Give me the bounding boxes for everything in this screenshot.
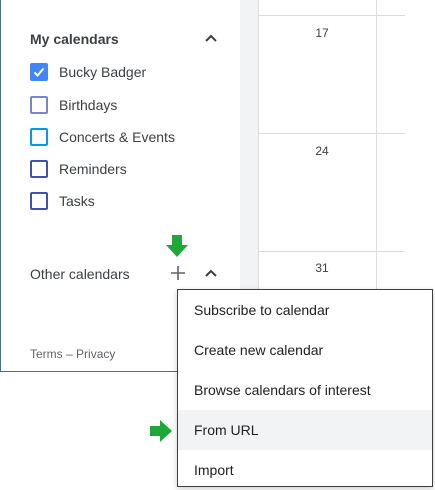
menu-item-create-new[interactable]: Create new calendar	[178, 330, 432, 370]
checkmark-icon	[33, 67, 45, 77]
calendar-label: Bucky Badger	[59, 64, 147, 80]
calendar-label: Reminders	[59, 161, 127, 177]
my-calendars-header[interactable]: My calendars	[30, 31, 119, 47]
calendar-label: Tasks	[59, 193, 95, 209]
menu-item-import[interactable]: Import	[178, 450, 432, 490]
add-icon[interactable]	[169, 264, 187, 282]
grid-divider	[376, 0, 377, 289]
calendar-item-reminders[interactable]: Reminders	[30, 158, 127, 180]
menu-item-from-url[interactable]: From URL	[178, 410, 432, 450]
terms-link[interactable]: Terms	[30, 347, 63, 361]
other-calendars-header[interactable]: Other calendars	[30, 266, 130, 282]
day-number[interactable]: 31	[302, 261, 342, 275]
day-number[interactable]: 17	[302, 26, 342, 40]
grid-divider	[259, 133, 405, 134]
calendar-item-birthdays[interactable]: Birthdays	[30, 94, 117, 116]
calendar-item-tasks[interactable]: Tasks	[30, 190, 95, 212]
chevron-up-icon[interactable]	[203, 31, 219, 47]
checkbox[interactable]	[30, 128, 48, 146]
calendar-item-concerts-events[interactable]: Concerts & Events	[30, 126, 175, 148]
arrow-down-icon	[166, 235, 188, 257]
grid-divider	[259, 15, 405, 16]
chevron-up-icon[interactable]	[203, 266, 219, 282]
add-calendar-menu: Subscribe to calendar Create new calenda…	[177, 289, 433, 487]
menu-item-browse[interactable]: Browse calendars of interest	[178, 370, 432, 410]
checkbox[interactable]	[30, 192, 48, 210]
checkbox[interactable]	[30, 160, 48, 178]
grid-divider	[259, 251, 405, 252]
footer-separator: –	[66, 347, 73, 361]
footer-links: Terms – Privacy	[30, 347, 115, 361]
calendar-label: Birthdays	[59, 97, 118, 113]
checkbox[interactable]	[30, 96, 48, 114]
checkbox-checked[interactable]	[30, 63, 48, 81]
calendar-item-bucky-badger[interactable]: Bucky Badger	[30, 61, 146, 83]
privacy-link[interactable]: Privacy	[76, 347, 115, 361]
arrow-right-icon	[150, 420, 172, 442]
calendar-label: Concerts & Events	[59, 129, 175, 145]
day-number[interactable]: 24	[302, 144, 342, 158]
menu-item-subscribe[interactable]: Subscribe to calendar	[178, 290, 432, 330]
